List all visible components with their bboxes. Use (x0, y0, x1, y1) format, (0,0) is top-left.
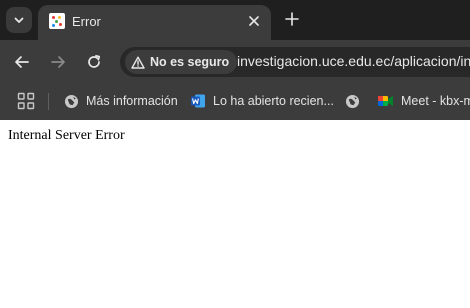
page-content: Internal Server Error (0, 120, 470, 308)
browser-chrome: Error No es seguro investigacion.uce.edu… (0, 0, 470, 120)
tab-favicon-icon (49, 13, 65, 29)
tab-title: Error (72, 14, 101, 29)
bookmark-meet[interactable]: Meet - kbx-m (377, 90, 470, 112)
close-icon (249, 16, 259, 26)
tab-close-button[interactable] (245, 12, 263, 30)
arrow-left-icon (15, 56, 29, 68)
tab-strip: Error (0, 0, 470, 40)
security-indicator[interactable]: No es seguro (125, 50, 238, 74)
word-icon (191, 94, 205, 108)
chevron-down-icon (14, 17, 24, 23)
tab-search-button[interactable] (6, 7, 32, 33)
arrow-right-icon (51, 56, 65, 68)
warning-triangle-icon (131, 56, 145, 69)
apps-grid-icon[interactable] (17, 92, 35, 110)
new-tab-button[interactable] (281, 8, 303, 30)
bookmark-label: Más información (86, 94, 178, 108)
error-message: Internal Server Error (8, 128, 125, 143)
bookmark-label: Meet - kbx-m (401, 94, 470, 108)
bookmark-globe[interactable] (345, 90, 367, 112)
back-button[interactable] (10, 50, 34, 74)
bookmark-label: Lo ha abierto recien... (213, 94, 334, 108)
address-bar[interactable]: No es seguro investigacion.uce.edu.ec/ap… (120, 47, 470, 77)
google-meet-icon (378, 96, 393, 106)
globe-icon (64, 94, 79, 108)
url-text[interactable]: investigacion.uce.edu.ec/aplicacion/in (237, 53, 470, 69)
bookmark-lo-ha-abierto[interactable]: Lo ha abierto recien... (190, 90, 334, 112)
bookmarks-bar: Más información Lo ha abierto recien... (0, 84, 470, 120)
bookmarks-separator (48, 93, 49, 110)
reload-button[interactable] (82, 50, 106, 74)
navigation-toolbar: No es seguro investigacion.uce.edu.ec/ap… (0, 40, 470, 84)
bookmark-mas-informacion[interactable]: Más información (64, 90, 178, 112)
plus-icon (285, 12, 299, 26)
forward-button[interactable] (46, 50, 70, 74)
active-tab[interactable]: Error (38, 5, 271, 40)
globe-icon (345, 94, 360, 108)
security-label: No es seguro (150, 55, 230, 69)
reload-icon (88, 54, 101, 68)
